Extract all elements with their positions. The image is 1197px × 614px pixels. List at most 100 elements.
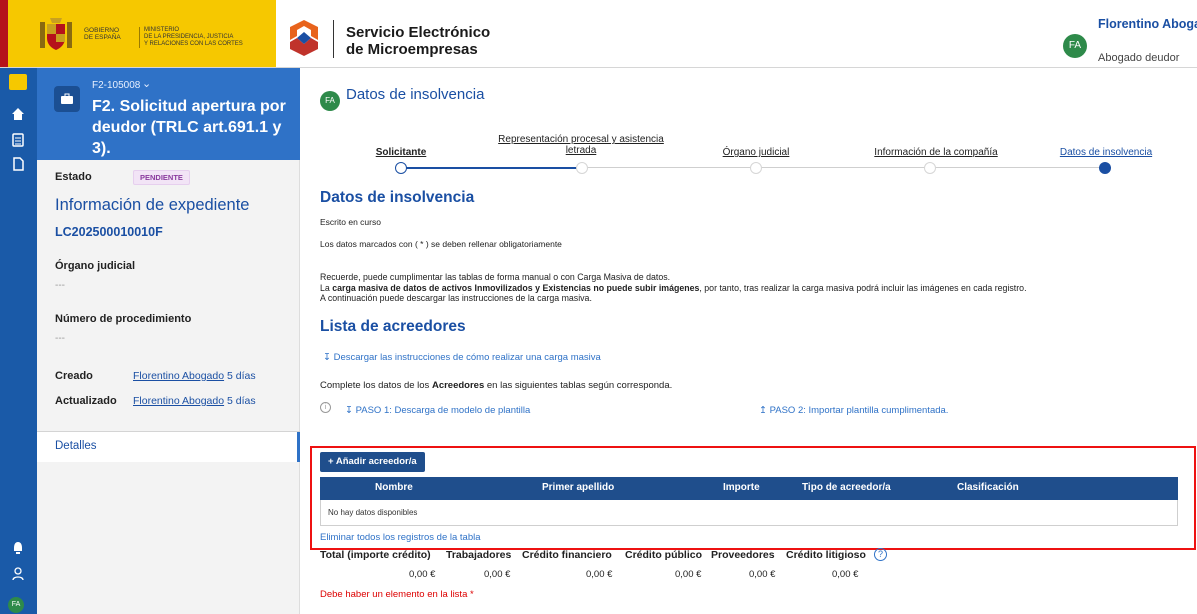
- delete-all-link[interactable]: Eliminar todos los registros de la tabla: [320, 532, 481, 543]
- error-message: Debe haber un elemento en la lista *: [320, 589, 474, 600]
- government-logo-block: GOBIERNO DE ESPAÑA MINISTERIO DE LA PRES…: [0, 0, 276, 67]
- table-body: No hay datos disponibles: [320, 500, 1178, 526]
- total-value-publico: 0,00 €: [675, 569, 702, 580]
- step-dot-informacion[interactable]: [924, 162, 936, 174]
- note-line-2-post: , por tanto, tras realizar la carga masi…: [699, 282, 1027, 293]
- left-rail: [0, 68, 37, 614]
- rail-user-avatar[interactable]: FA: [8, 597, 24, 613]
- section-title: Datos de insolvencia: [320, 189, 475, 206]
- user-role: Abogado deudor: [1098, 52, 1180, 64]
- note-line-3: A continuación puede descargar las instr…: [320, 293, 592, 303]
- creado-info: Florentino Abogado 5 días: [133, 370, 256, 382]
- grid-icon[interactable]: [8, 130, 28, 150]
- step-dot-organo[interactable]: [750, 162, 762, 174]
- procedimiento-value: ---: [55, 333, 65, 344]
- app-logo-icon: [290, 20, 318, 56]
- column-header-importe[interactable]: Importe: [723, 482, 760, 493]
- total-header-importe: Total (importe crédito): [320, 549, 431, 561]
- step-informacion[interactable]: Información de la compañía: [861, 147, 1011, 158]
- ministry-line-3: Y RELACIONES CON LAS CORTES: [144, 41, 243, 47]
- stepper-line-done: [401, 167, 586, 169]
- step-representacion[interactable]: Representación procesal y asistencia let…: [489, 134, 673, 156]
- briefcase-icon: [54, 86, 80, 112]
- download-icon: ↧: [345, 405, 356, 416]
- total-header-financiero: Crédito financiero: [522, 549, 612, 561]
- list-title: Lista de acreedores: [320, 318, 466, 335]
- actualizado-info: Florentino Abogado 5 días: [133, 395, 256, 407]
- organo-value: ---: [55, 280, 65, 291]
- step-dot-solicitante[interactable]: [395, 162, 407, 174]
- stepper-line-pending: [586, 167, 1106, 168]
- total-header-trabajadores: Trabajadores: [446, 549, 512, 561]
- column-header-tipo[interactable]: Tipo de acreedor/a: [802, 482, 891, 493]
- step-solicitante[interactable]: Solicitante: [361, 147, 441, 158]
- column-header-clasificacion[interactable]: Clasificación: [957, 482, 1019, 493]
- total-value-importe: 0,00 €: [409, 569, 436, 580]
- total-value-proveedores: 0,00 €: [749, 569, 776, 580]
- add-creditor-button[interactable]: + Añadir acreedor/a: [320, 452, 425, 472]
- case-code[interactable]: F2-105008: [92, 80, 140, 91]
- complete-post: en las siguientes tablas según correspon…: [484, 380, 673, 391]
- creado-label: Creado: [55, 370, 93, 382]
- app-title: Servicio Electrónico de Microempresas: [346, 24, 490, 58]
- upload-icon: ↥: [759, 405, 770, 416]
- total-header-proveedores: Proveedores: [711, 549, 775, 561]
- obligatorio-note: Los datos marcados con ( * ) se deben re…: [320, 239, 562, 249]
- bell-icon[interactable]: [8, 538, 28, 558]
- user-name[interactable]: Florentino Abogado: [1098, 17, 1197, 31]
- flag-stripe: [0, 0, 8, 67]
- info-icon[interactable]: i: [320, 402, 331, 413]
- creado-time: 5 días: [227, 370, 256, 382]
- tab-detalles[interactable]: Detalles: [37, 432, 300, 462]
- government-label: GOBIERNO DE ESPAÑA: [84, 27, 121, 41]
- paso1-label: PASO 1: Descarga de modelo de plantilla: [355, 405, 531, 416]
- actualizado-user-link[interactable]: Florentino Abogado: [133, 395, 224, 407]
- complete-instructions: Complete los datos de los Acreedores en …: [320, 380, 672, 391]
- page-title: Datos de insolvencia: [346, 86, 485, 103]
- ministry-line-1: MINISTERIO: [144, 27, 180, 33]
- note-line-2-pre: La: [320, 282, 333, 293]
- app-title-line-2: de Microempresas: [346, 41, 478, 58]
- complete-pre: Complete los datos de los: [320, 380, 432, 391]
- step-organo[interactable]: Órgano judicial: [701, 147, 811, 158]
- expediente-code: LC202500010010F: [55, 225, 163, 239]
- chevron-down-icon[interactable]: ⌄: [142, 77, 151, 90]
- actualizado-label: Actualizado: [55, 395, 117, 407]
- user-avatar[interactable]: FA: [1063, 34, 1087, 58]
- paso1-link[interactable]: ↧ PASO 1: Descarga de modelo de plantill…: [345, 405, 530, 416]
- top-header: GOBIERNO DE ESPAÑA MINISTERIO DE LA PRES…: [0, 0, 1197, 68]
- case-sidebar: F2-105008 ⌄ F2. Solicitud apertura por d…: [37, 68, 300, 614]
- procedimiento-label: Número de procedimiento: [55, 313, 192, 325]
- step-datos-insolvencia[interactable]: Datos de insolvencia: [1046, 147, 1166, 158]
- download-instructions-link[interactable]: ↧ Descargar las instrucciones de cómo re…: [323, 352, 601, 363]
- escrito-status: Escrito en curso: [320, 217, 381, 227]
- logo-separator: [333, 20, 334, 58]
- column-header-nombre[interactable]: Nombre: [375, 482, 413, 493]
- help-icon[interactable]: ?: [874, 548, 887, 561]
- paso2-link[interactable]: ↥ PASO 2: Importar plantilla cumplimenta…: [759, 405, 948, 416]
- gov-line-2: DE ESPAÑA: [84, 34, 121, 41]
- step-dot-representacion[interactable]: [576, 162, 588, 174]
- note-line-2-bold: carga masiva de datos de activos Inmovil…: [332, 282, 700, 293]
- case-title: F2. Solicitud apertura por deudor (TRLC …: [92, 98, 286, 157]
- total-header-litigioso: Crédito litigioso: [786, 549, 866, 561]
- plus-icon: +: [328, 456, 336, 467]
- gov-line-1: GOBIERNO: [84, 27, 120, 34]
- document-icon[interactable]: [8, 154, 28, 174]
- note-line-2: La carga masiva de datos de activos Inmo…: [320, 283, 1190, 294]
- creado-user-link[interactable]: Florentino Abogado: [133, 370, 224, 382]
- home-icon[interactable]: [8, 104, 28, 124]
- case-header: F2-105008 ⌄ F2. Solicitud apertura por d…: [37, 68, 300, 160]
- coat-of-arms-icon: [40, 18, 72, 50]
- app-title-line-1: Servicio Electrónico: [346, 24, 491, 41]
- total-value-litigioso: 0,00 €: [832, 569, 859, 580]
- add-creditor-label: Añadir acreedor/a: [335, 456, 417, 467]
- flag-icon: [9, 74, 27, 90]
- total-value-trabajadores: 0,00 €: [484, 569, 511, 580]
- column-header-primer-apellido[interactable]: Primer apellido: [542, 482, 614, 493]
- carga-masiva-note: Recuerde, puede cumplimentar las tablas …: [320, 272, 1190, 304]
- download-instructions-label: Descargar las instrucciones de cómo real…: [333, 352, 601, 363]
- organo-label: Órgano judicial: [55, 260, 136, 272]
- step-dot-datos-insolvencia[interactable]: [1099, 162, 1111, 174]
- user-icon[interactable]: [8, 564, 28, 584]
